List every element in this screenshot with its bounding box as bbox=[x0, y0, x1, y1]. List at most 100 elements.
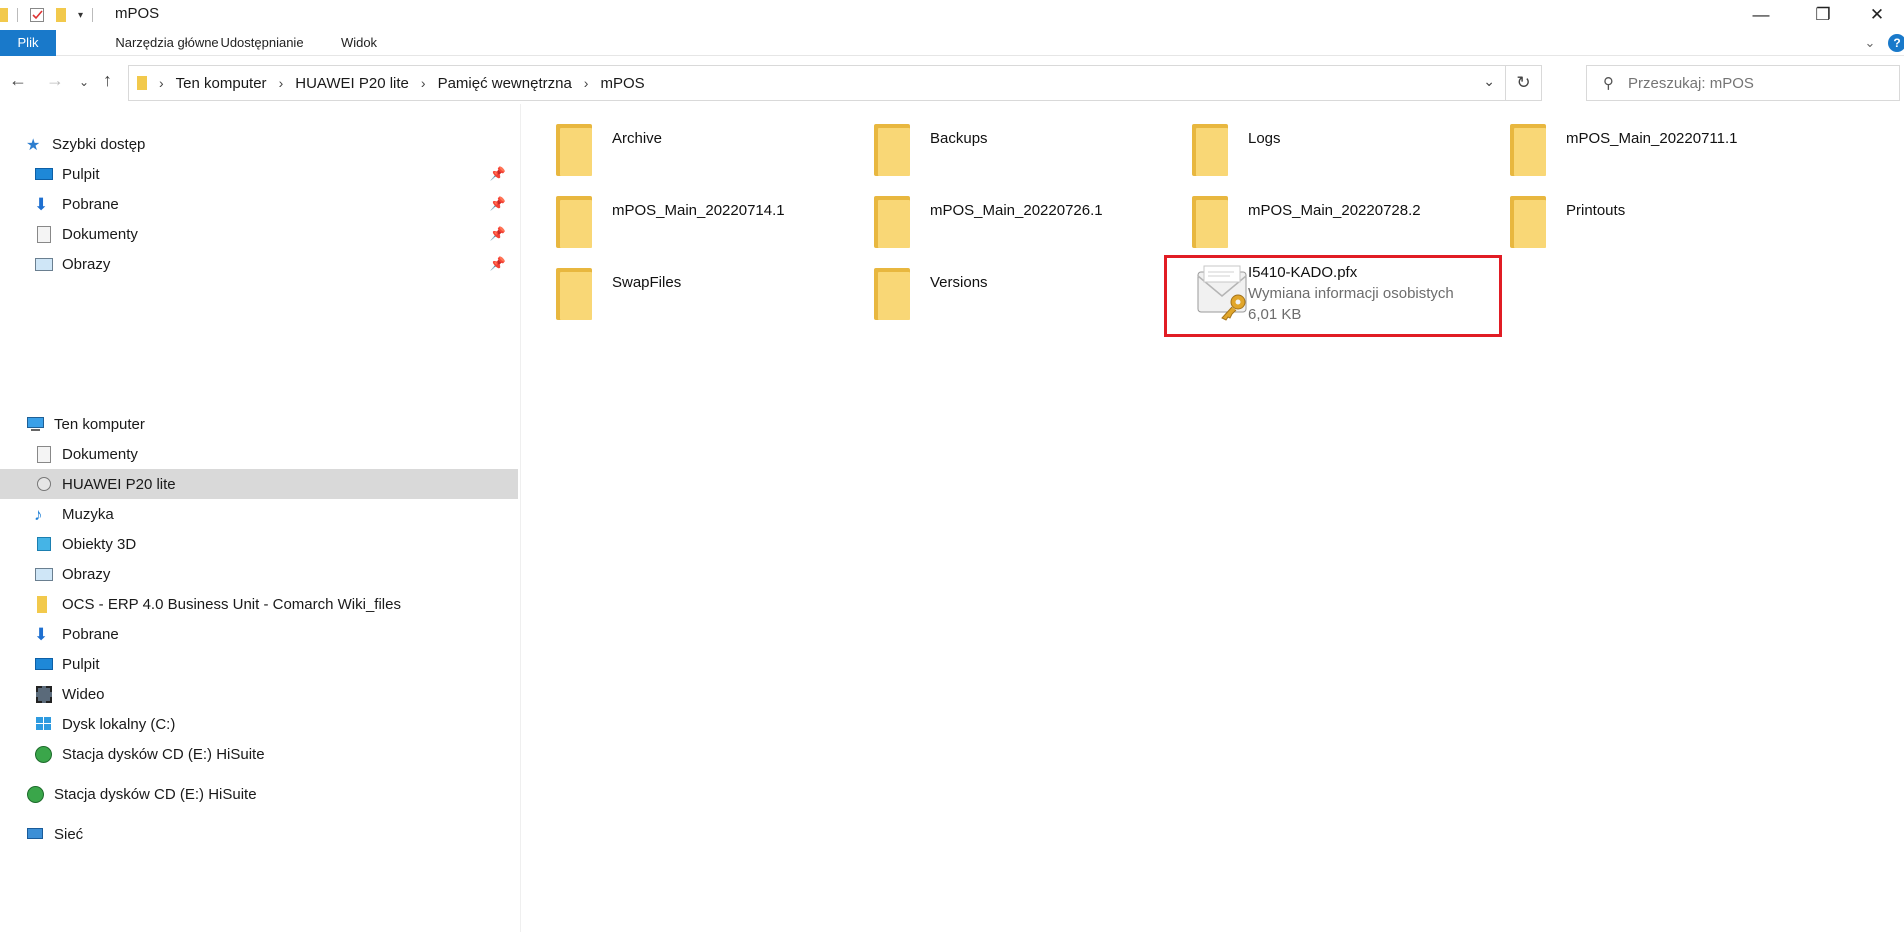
desktop-icon bbox=[34, 655, 54, 673]
minimize-button[interactable]: — bbox=[1732, 0, 1790, 30]
chevron-right-icon[interactable]: › bbox=[421, 75, 426, 91]
download-arrow-icon: ⬇ bbox=[34, 625, 49, 644]
nav-item-pictures-pc[interactable]: Obrazy bbox=[0, 559, 518, 589]
search-box[interactable]: ⚲ bbox=[1586, 65, 1900, 101]
folder-item[interactable]: mPOS_Main_20220726.1 bbox=[858, 190, 1176, 262]
separator bbox=[17, 8, 18, 22]
folder-item[interactable]: mPOS_Main_20220728.2 bbox=[1176, 190, 1494, 262]
pin-icon[interactable]: 📌 bbox=[490, 196, 506, 212]
new-folder-icon[interactable] bbox=[56, 8, 66, 22]
nav-item-huawei[interactable]: HUAWEI P20 lite bbox=[0, 469, 518, 499]
breadcrumb-item[interactable]: HUAWEI P20 lite bbox=[295, 75, 409, 92]
help-icon[interactable]: ? bbox=[1888, 34, 1904, 52]
refresh-button[interactable]: ↻ bbox=[1506, 65, 1542, 101]
nav-label: Szybki dostęp bbox=[52, 135, 146, 153]
recent-locations-chevron-icon[interactable]: ⌄ bbox=[79, 75, 89, 89]
customize-toolbar-icon[interactable]: ▾ bbox=[78, 10, 83, 21]
nav-item-downloads-pc[interactable]: ⬇ Pobrane bbox=[0, 619, 518, 649]
back-arrow-icon[interactable]: ← bbox=[9, 70, 27, 91]
folder-icon bbox=[874, 124, 910, 176]
folder-item[interactable]: Logs bbox=[1176, 118, 1494, 190]
device-icon bbox=[34, 475, 54, 493]
search-input[interactable] bbox=[1628, 74, 1868, 92]
quick-access-toolbar: ▾ bbox=[0, 5, 94, 25]
nav-item-downloads[interactable]: ⬇ Pobrane 📌 bbox=[0, 189, 518, 219]
nav-label: Sieć bbox=[54, 825, 84, 843]
folder-icon bbox=[34, 595, 54, 613]
title-bar: ▾ mPOS — ❐ ✕ bbox=[0, 0, 1904, 30]
restore-button[interactable]: ❐ bbox=[1794, 0, 1852, 30]
properties-icon[interactable] bbox=[30, 8, 44, 22]
folder-name: Archive bbox=[612, 130, 663, 147]
pane-divider[interactable] bbox=[520, 104, 521, 932]
folder-item[interactable]: mPOS_Main_20220714.1 bbox=[540, 190, 858, 262]
forward-arrow-icon[interactable]: → bbox=[46, 70, 64, 91]
desktop-icon bbox=[34, 165, 54, 183]
star-icon: ★ bbox=[26, 137, 41, 154]
address-bar[interactable]: › Ten komputer › HUAWEI P20 lite › Pamię… bbox=[128, 65, 1506, 101]
nav-quick-access[interactable]: ★ Szybki dostęp bbox=[0, 129, 518, 159]
up-arrow-icon[interactable]: ↑ bbox=[103, 70, 112, 91]
tab-view[interactable]: Widok bbox=[336, 30, 382, 56]
nav-item-cd-drive-pc[interactable]: Stacja dysków CD (E:) HiSuite bbox=[0, 739, 518, 769]
folder-item[interactable]: Archive bbox=[540, 118, 858, 190]
nav-label: Pobrane bbox=[62, 195, 119, 213]
highlight-box bbox=[1164, 255, 1502, 337]
nav-item-pictures[interactable]: Obrazy 📌 bbox=[0, 249, 518, 279]
network-icon bbox=[26, 825, 46, 843]
nav-item-documents[interactable]: Dokumenty 📌 bbox=[0, 219, 518, 249]
tab-file[interactable]: Plik bbox=[0, 30, 56, 56]
nav-cd-drive[interactable]: Stacja dysków CD (E:) HiSuite bbox=[0, 779, 518, 809]
tab-share[interactable]: Udostępnianie bbox=[210, 30, 314, 56]
ribbon-tabs: Plik Narzędzia główne Udostępnianie Wido… bbox=[0, 30, 1904, 56]
pin-icon[interactable]: 📌 bbox=[490, 226, 506, 242]
documents-icon bbox=[34, 225, 54, 243]
pictures-icon bbox=[34, 565, 54, 583]
nav-item-desktop-pc[interactable]: Pulpit bbox=[0, 649, 518, 679]
nav-label: Pobrane bbox=[62, 625, 119, 643]
breadcrumb-item[interactable]: Ten komputer bbox=[176, 75, 267, 92]
pin-icon[interactable]: 📌 bbox=[490, 256, 506, 272]
breadcrumb-item[interactable]: mPOS bbox=[600, 75, 644, 92]
chevron-right-icon[interactable]: › bbox=[584, 75, 589, 91]
address-dropdown-icon[interactable]: ⌄ bbox=[1483, 73, 1495, 90]
nav-item-music[interactable]: ♪ Muzyka bbox=[0, 499, 518, 529]
nav-label: Stacja dysków CD (E:) HiSuite bbox=[54, 785, 257, 803]
folder-icon bbox=[0, 8, 8, 22]
folder-item[interactable]: SwapFiles bbox=[540, 262, 858, 334]
nav-label: Muzyka bbox=[62, 505, 114, 523]
nav-item-videos[interactable]: Wideo bbox=[0, 679, 518, 709]
nav-item-ocs-files[interactable]: OCS - ERP 4.0 Business Unit - Comarch Wi… bbox=[0, 589, 518, 619]
file-list: Archive Backups Logs mPOS_Main_20220711.… bbox=[540, 118, 1900, 918]
nav-item-documents-pc[interactable]: Dokumenty bbox=[0, 439, 518, 469]
pin-icon[interactable]: 📌 bbox=[490, 166, 506, 182]
nav-label: Pulpit bbox=[62, 655, 100, 673]
nav-label: Wideo bbox=[62, 685, 105, 703]
chevron-right-icon[interactable]: › bbox=[279, 75, 284, 91]
ribbon-expand-icon[interactable]: ⌄ bbox=[1860, 30, 1880, 56]
folder-name: Backups bbox=[930, 130, 988, 147]
nav-label: Stacja dysków CD (E:) HiSuite bbox=[62, 745, 265, 763]
nav-label: Dysk lokalny (C:) bbox=[62, 715, 176, 733]
folder-name: mPOS_Main_20220714.1 bbox=[612, 202, 785, 219]
folder-name: Versions bbox=[930, 274, 988, 291]
breadcrumb-item[interactable]: Pamięć wewnętrzna bbox=[438, 75, 572, 92]
folder-item[interactable]: Backups bbox=[858, 118, 1176, 190]
nav-item-3d-objects[interactable]: Obiekty 3D bbox=[0, 529, 518, 559]
nav-item-local-disk[interactable]: Dysk lokalny (C:) bbox=[0, 709, 518, 739]
nav-network[interactable]: Sieć bbox=[0, 819, 518, 849]
pictures-icon bbox=[34, 255, 54, 273]
nav-label: Obrazy bbox=[62, 255, 111, 273]
refresh-icon: ↻ bbox=[1516, 73, 1531, 92]
nav-this-pc[interactable]: Ten komputer bbox=[0, 409, 518, 439]
folder-name: mPOS_Main_20220711.1 bbox=[1566, 130, 1738, 147]
folder-item[interactable]: mPOS_Main_20220711.1 bbox=[1494, 118, 1812, 190]
folder-icon bbox=[556, 196, 592, 248]
folder-item[interactable]: Printouts bbox=[1494, 190, 1812, 262]
download-arrow-icon: ⬇ bbox=[34, 195, 49, 214]
folder-item[interactable]: Versions bbox=[858, 262, 1176, 334]
nav-label: Dokumenty bbox=[62, 445, 138, 463]
close-button[interactable]: ✕ bbox=[1848, 0, 1904, 30]
chevron-right-icon[interactable]: › bbox=[159, 75, 164, 91]
nav-item-desktop[interactable]: Pulpit 📌 bbox=[0, 159, 518, 189]
